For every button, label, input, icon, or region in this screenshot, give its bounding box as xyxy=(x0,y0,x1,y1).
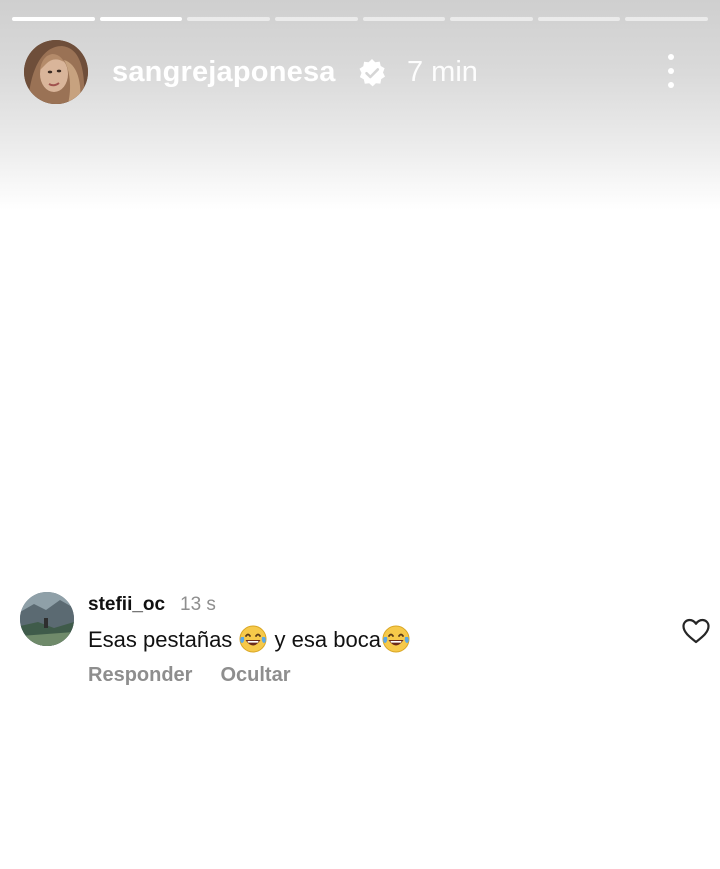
comment-text-part: y esa boca xyxy=(268,627,381,652)
menu-dot xyxy=(668,54,674,60)
progress-segment xyxy=(362,17,446,21)
comment-actions: Responder Ocultar xyxy=(88,664,291,687)
progress-segment xyxy=(12,17,95,21)
progress-segment xyxy=(625,17,708,21)
verified-badge-icon xyxy=(359,59,385,87)
heart-outline-icon[interactable] xyxy=(681,617,711,645)
progress-segment xyxy=(99,17,183,21)
comment-text-part: Esas pestañas xyxy=(88,627,239,652)
story-username[interactable]: sangrejaponesa xyxy=(112,56,336,89)
comment-username[interactable]: stefii_oc xyxy=(88,594,165,616)
progress-segment xyxy=(450,17,533,21)
reply-button[interactable]: Responder xyxy=(88,664,192,687)
menu-dot xyxy=(668,68,674,74)
story-progress-bar xyxy=(12,17,708,21)
story-header-gradient xyxy=(0,0,720,210)
tears-of-joy-emoji-icon xyxy=(239,625,267,653)
progress-segment xyxy=(274,17,358,21)
comment-text: Esas pestañas y esa boca xyxy=(88,624,411,654)
comment-avatar[interactable] xyxy=(20,592,74,646)
progress-segment xyxy=(537,17,621,21)
progress-segment xyxy=(187,17,270,21)
more-vertical-icon[interactable] xyxy=(662,54,680,88)
story-avatar[interactable] xyxy=(24,40,88,104)
story-timestamp: 7 min xyxy=(407,56,478,88)
comment-timestamp: 13 s xyxy=(180,594,216,615)
tears-of-joy-emoji-icon xyxy=(382,625,410,653)
hide-button[interactable]: Ocultar xyxy=(220,664,290,687)
menu-dot xyxy=(668,82,674,88)
